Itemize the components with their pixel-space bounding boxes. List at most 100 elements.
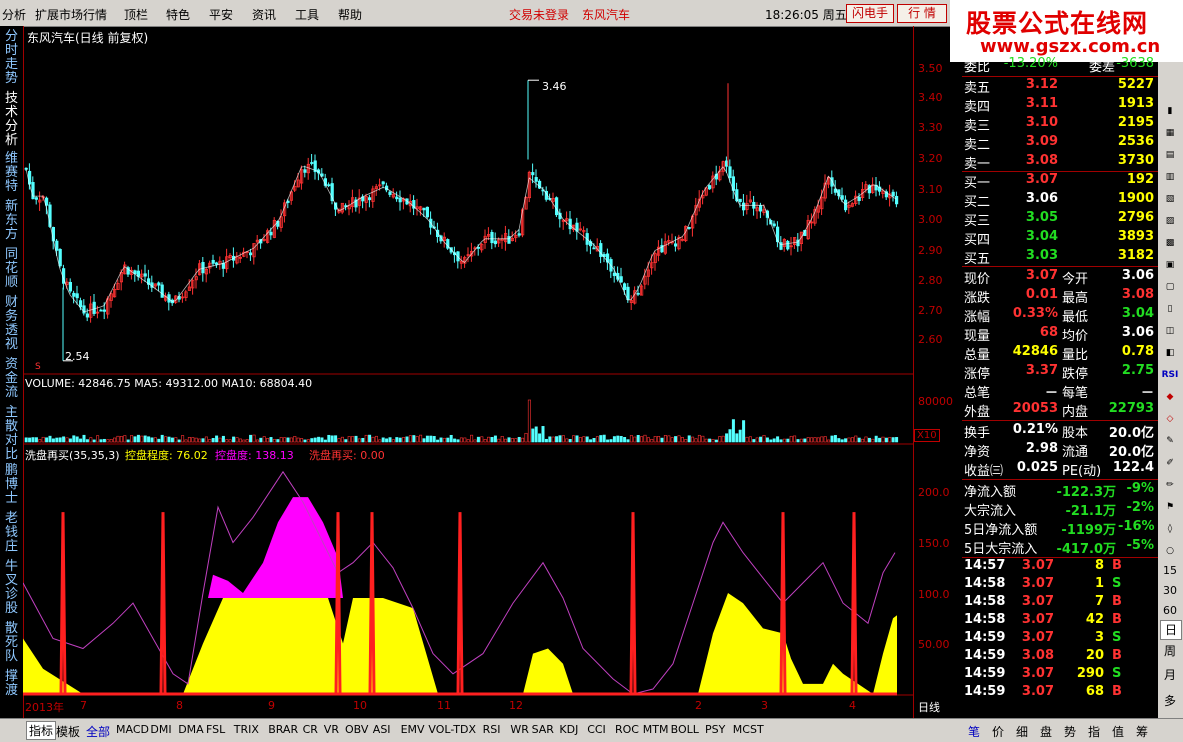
indicator-tab[interactable]: FSL	[206, 723, 225, 736]
tab-financial[interactable]: 财务透视	[2, 296, 21, 352]
indicator-tab[interactable]: DMI	[150, 723, 171, 736]
menu-item-features[interactable]: 特色	[166, 6, 190, 23]
tab-chengdu[interactable]: 撑渡	[2, 670, 21, 698]
indicator-tab[interactable]: 全部	[86, 723, 110, 740]
indicator-tab[interactable]: EMV	[401, 723, 425, 736]
candle-body	[55, 240, 59, 251]
tab-niucha[interactable]: 牛叉诊股	[2, 560, 21, 616]
rsi-tool-icon[interactable]: RSI	[1160, 366, 1180, 384]
candle-tool-icon[interactable]: ▯	[1160, 300, 1180, 318]
volume-bar	[891, 437, 895, 443]
indicator-tab[interactable]: OBV	[345, 723, 368, 736]
nav-tool-icon[interactable]: ◊	[1160, 520, 1180, 538]
trade-status[interactable]: 交易未登录	[509, 6, 569, 23]
tab-fund-flow[interactable]: 资金流	[2, 358, 21, 400]
compare-tool-icon[interactable]: ◫	[1160, 322, 1180, 340]
indicator-tab[interactable]: 指标	[26, 721, 57, 740]
volume-bar	[772, 438, 776, 443]
reset-tool-icon[interactable]: ◆	[1160, 388, 1180, 406]
ruler-tool-icon[interactable]: ▩	[1160, 234, 1180, 252]
indicator-tab[interactable]: RSI	[483, 723, 501, 736]
volume-bar	[242, 439, 246, 443]
tab-pengboshi[interactable]: 鹏博士	[2, 464, 21, 506]
panel-tab[interactable]: 筹	[1136, 723, 1148, 740]
panel-tab[interactable]: 势	[1064, 723, 1076, 740]
period-day-button[interactable]: 日	[1160, 620, 1182, 640]
period-week-button[interactable]: 周	[1160, 642, 1180, 660]
menu-item-topbar[interactable]: 顶栏	[124, 6, 148, 23]
bar-tool-icon[interactable]: ▣	[1160, 256, 1180, 274]
panel-tab[interactable]: 指	[1088, 723, 1100, 740]
period-multi-button[interactable]: 多	[1160, 692, 1180, 710]
indicator-tab[interactable]: 模板	[56, 723, 80, 740]
tab-sansidui[interactable]: 散死队	[2, 622, 21, 664]
calendar-tool-icon[interactable]: ▢	[1160, 278, 1180, 296]
chart-tool-icon[interactable]: ▤	[1160, 146, 1180, 164]
pencil-tool-icon[interactable]: ✐	[1160, 454, 1180, 472]
pen-tool-icon[interactable]: ✎	[1160, 432, 1180, 450]
period-label[interactable]: 日线	[918, 699, 940, 715]
menu-item-pingan[interactable]: 平安	[209, 6, 233, 23]
brush-tool-icon[interactable]: ✏	[1160, 476, 1180, 494]
period-15-button[interactable]: 15	[1160, 562, 1180, 580]
indicator-tab[interactable]: MCST	[733, 723, 764, 736]
stat-label: 涨停	[964, 367, 991, 382]
menu-item-help[interactable]: 帮助	[338, 6, 362, 23]
fin-value: 0.025	[1016, 460, 1058, 475]
draw-tool-icon[interactable]: ▮	[1160, 102, 1180, 120]
tab-technical-analysis[interactable]: 技术分析	[2, 92, 21, 148]
period-60-button[interactable]: 60	[1160, 602, 1180, 620]
indicator-tab[interactable]: BOLL	[671, 723, 699, 736]
line-tool-icon[interactable]: ▧	[1160, 190, 1180, 208]
flag-tool-icon[interactable]: ⚑	[1160, 498, 1180, 516]
tab-intraday[interactable]: 分时走势	[2, 30, 21, 86]
indicator-tab[interactable]: ROC	[615, 723, 639, 736]
panel-tab[interactable]: 价	[992, 723, 1004, 740]
shape-tool-icon[interactable]: ○	[1160, 542, 1180, 560]
candle-body	[425, 206, 430, 218]
indicator-tab[interactable]: VOL-TDX	[428, 723, 476, 736]
label: 委比	[964, 60, 991, 75]
chart-area[interactable]: 东风汽车(日线 前复权) 3.46 2.54 S VOLUME: 42846.7…	[23, 26, 913, 718]
fib-tool-icon[interactable]: ▨	[1160, 212, 1180, 230]
indicator-tab[interactable]: MACD	[116, 723, 149, 736]
indicator-tab[interactable]: MTM	[643, 723, 669, 736]
volume-bar	[806, 437, 810, 443]
stat-label: 每笔	[1062, 386, 1089, 401]
panel-tab[interactable]: 盘	[1040, 723, 1052, 740]
indicator-tab[interactable]: BRAR	[268, 723, 298, 736]
period-30-button[interactable]: 30	[1160, 582, 1180, 600]
indicator-tab[interactable]: TRIX	[234, 723, 259, 736]
grid-tool-icon[interactable]: ▦	[1160, 124, 1180, 142]
tab-tonghuashun[interactable]: 同花顺	[2, 248, 21, 290]
arrow-tool-icon[interactable]: ◇	[1160, 410, 1180, 428]
indicator-tab[interactable]: ASI	[373, 723, 391, 736]
table-tool-icon[interactable]: ▥	[1160, 168, 1180, 186]
chart-canvas[interactable]	[23, 26, 913, 718]
indicator-tab[interactable]: SAR	[532, 723, 554, 736]
indicator-tab[interactable]: WR	[510, 723, 529, 736]
tab-main-retail[interactable]: 主散对比	[2, 406, 21, 462]
indicator-tab[interactable]: CR	[303, 723, 318, 736]
panel-tab[interactable]: 细	[1016, 723, 1028, 740]
indicator-tab[interactable]: PSY	[705, 723, 725, 736]
tab-new-oriental[interactable]: 新东方	[2, 200, 21, 242]
tab-weisaite[interactable]: 维赛特	[2, 152, 21, 194]
menu-item-analysis[interactable]: 分析	[2, 6, 26, 23]
flash-trade-button[interactable]: 闪电手	[846, 4, 894, 23]
tab-laoqianzhuang[interactable]: 老钱庄	[2, 512, 21, 554]
panel-tab[interactable]: 笔	[968, 723, 980, 740]
quote-button[interactable]: 行 情	[897, 4, 947, 23]
menu-item-extended-market[interactable]: 扩展市场行情	[35, 6, 107, 23]
indicator-tab[interactable]: DMA	[178, 723, 204, 736]
indicator-tab[interactable]: CCI	[587, 723, 606, 736]
volume-bar	[381, 437, 385, 443]
indicator-tab[interactable]: KDJ	[559, 723, 578, 736]
menu-item-tools[interactable]: 工具	[295, 6, 319, 23]
stats-tool-icon[interactable]: ◧	[1160, 344, 1180, 362]
candle-body	[742, 202, 746, 211]
panel-tab[interactable]: 值	[1112, 723, 1124, 740]
indicator-tab[interactable]: VR	[324, 723, 339, 736]
period-month-button[interactable]: 月	[1160, 666, 1180, 684]
menu-item-news[interactable]: 资讯	[252, 6, 276, 23]
